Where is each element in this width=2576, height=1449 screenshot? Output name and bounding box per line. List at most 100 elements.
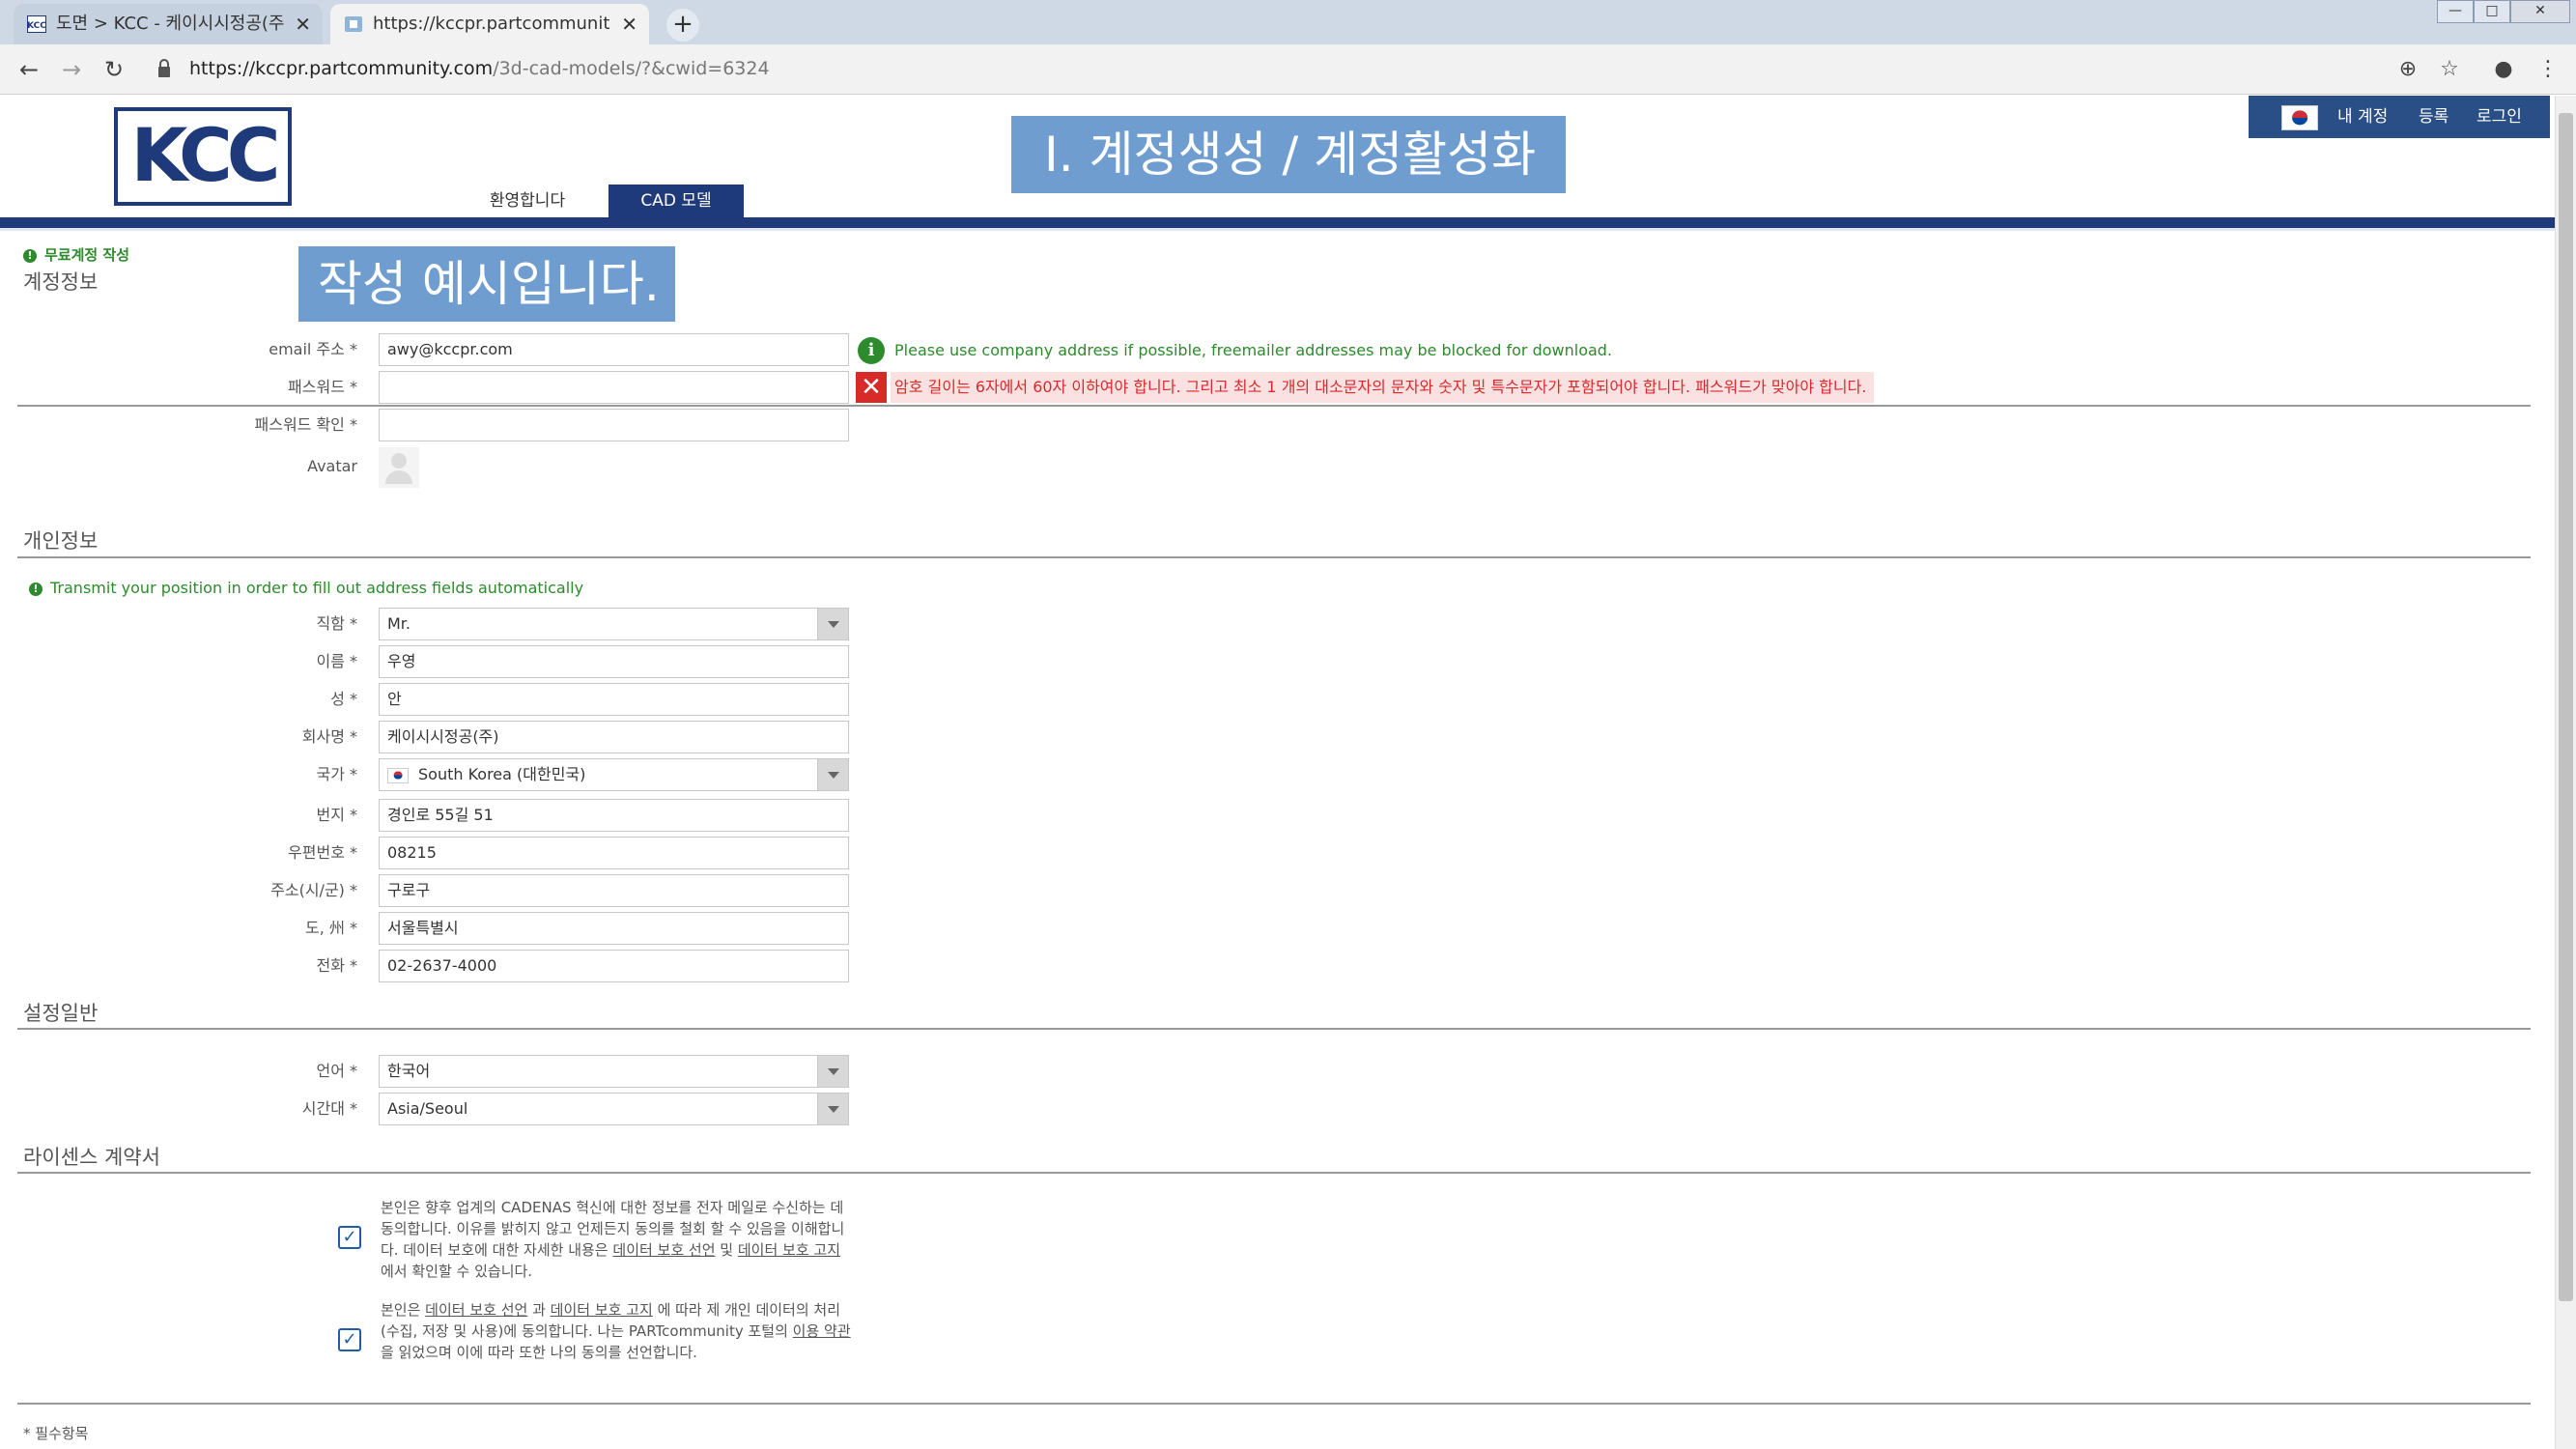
browser-tab-partcommunity[interactable]: https://kccpr.partcommunity.com/3d-cad-m… xyxy=(330,4,649,44)
tab-welcome[interactable]: 환영합니다 xyxy=(460,185,595,217)
bookmark-star-icon[interactable]: ☆ xyxy=(2436,56,2463,83)
close-tab-icon[interactable]: ✕ xyxy=(295,4,311,44)
register-link[interactable]: 등록 xyxy=(2419,96,2449,138)
data-processing-consent-checkbox[interactable]: ✓ xyxy=(338,1328,361,1351)
error-x-icon: ✕ xyxy=(856,372,887,403)
kcc-favicon-icon: KCC xyxy=(27,15,46,33)
reload-icon[interactable]: ↻ xyxy=(99,54,129,85)
data-protection-notice-link[interactable]: 데이터 보호 고지 xyxy=(738,1241,840,1259)
korea-flag-icon[interactable] xyxy=(2281,105,2318,130)
header-divider xyxy=(0,217,2555,228)
newsletter-consent-checkbox[interactable]: ✓ xyxy=(338,1226,361,1249)
email-field[interactable]: awy@kccpr.com xyxy=(379,333,849,366)
street-label: 번지 * xyxy=(316,806,357,824)
data-processing-consent-text: 본인은 데이터 보호 선언 과 데이터 보호 고지 에 따라 제 개인 데이터의… xyxy=(381,1299,854,1363)
company-field[interactable]: 케이시시정공(주) xyxy=(379,721,849,753)
data-protection-declaration-link[interactable]: 데이터 보호 선언 xyxy=(425,1301,527,1319)
section-divider xyxy=(17,1028,2531,1030)
info-icon: i xyxy=(858,337,885,364)
lastname-label: 성 * xyxy=(330,690,357,708)
new-tab-button[interactable]: + xyxy=(666,9,699,42)
chevron-down-icon[interactable] xyxy=(817,609,848,639)
chevron-down-icon[interactable] xyxy=(817,1056,848,1087)
country-select[interactable]: South Korea (대한민국) xyxy=(379,758,849,791)
back-arrow-icon[interactable]: ← xyxy=(14,54,44,85)
phone-label: 전화 * xyxy=(316,956,357,975)
consent1-text-c: 에서 확인할 수 있습니다. xyxy=(381,1263,533,1280)
close-window-button[interactable]: ✕ xyxy=(2510,0,2570,23)
password-error-message: 암호 길이는 6자에서 60자 이하여야 합니다. 그리고 최소 1 개의 대소… xyxy=(891,372,1875,403)
password-field[interactable] xyxy=(379,371,849,404)
lastname-field[interactable]: 안 xyxy=(379,683,849,716)
tab-cad-models[interactable]: CAD 모델 xyxy=(609,185,744,217)
browser-toolbar: ← → ↻ https://kccpr.partcommunity.com/3d… xyxy=(0,44,2576,95)
kcc-logo[interactable]: KCC xyxy=(114,107,292,206)
section-divider xyxy=(17,1403,2531,1405)
city-label: 주소(시/군) * xyxy=(270,881,357,899)
browser-tab-kcc[interactable]: KCC 도면 > KCC - 케이시시정공(주) ✕ xyxy=(14,4,323,44)
translate-icon[interactable]: ⊕ xyxy=(2394,56,2421,83)
address-bar[interactable]: https://kccpr.partcommunity.com/3d-cad-m… xyxy=(189,56,770,81)
zip-field[interactable]: 08215 xyxy=(379,837,849,869)
page-content: KCC 환영합니다 CAD 모델 내 계정 등록 로그인 Ⅰ. 계정생성 / 계… xyxy=(0,96,2555,1449)
timezone-select[interactable]: Asia/Seoul xyxy=(379,1093,849,1125)
chevron-down-icon[interactable] xyxy=(817,1094,848,1124)
menu-icon[interactable]: ⋮ xyxy=(2534,56,2562,83)
email-label: email 주소 * xyxy=(269,340,357,358)
required-fields-note: * 필수항목 xyxy=(23,1425,89,1442)
lock-icon xyxy=(158,59,170,77)
annotation-title: Ⅰ. 계정생성 / 계정활성화 xyxy=(1011,116,1566,193)
avatar-placeholder-icon[interactable] xyxy=(379,447,419,488)
position-note[interactable]: ! Transmit your position in order to fill… xyxy=(29,578,583,599)
login-link[interactable]: 로그인 xyxy=(2477,96,2522,138)
consent2-text-b: 과 xyxy=(527,1301,551,1319)
maximize-window-button[interactable]: □ xyxy=(2474,0,2510,23)
consent1-text-b: 및 xyxy=(715,1241,738,1259)
email-hint: Please use company address if possible, … xyxy=(894,341,1613,359)
free-account-note-text: 무료계정 작성 xyxy=(44,246,130,264)
title-select[interactable]: Mr. xyxy=(379,608,849,640)
language-label: 언어 * xyxy=(316,1062,357,1080)
password-confirm-field[interactable] xyxy=(379,409,849,441)
language-select[interactable]: 한국어 xyxy=(379,1055,849,1088)
language-value: 한국어 xyxy=(387,1062,431,1080)
password-confirm-label: 패스워드 확인 * xyxy=(254,415,358,434)
tab-title: 도면 > KCC - 케이시시정공(주) xyxy=(56,14,284,34)
city-field[interactable]: 구로구 xyxy=(379,874,849,907)
my-account-link[interactable]: 내 계정 xyxy=(2337,96,2388,138)
account-icon[interactable]: ● xyxy=(2490,56,2517,83)
timezone-label: 시간대 * xyxy=(301,1099,357,1118)
free-account-note: ! 무료계정 작성 xyxy=(23,244,129,266)
section-divider xyxy=(17,1172,2531,1174)
company-label: 회사명 * xyxy=(301,727,357,746)
consent2-text-a: 본인은 xyxy=(381,1301,426,1319)
firstname-field[interactable]: 우영 xyxy=(379,645,849,678)
newsletter-consent-text: 본인은 향후 업계의 CADENAS 혁신에 대한 정보를 전자 메일로 수신하… xyxy=(381,1197,854,1282)
user-menu-bar: 내 계정 등록 로그인 xyxy=(2249,96,2550,138)
url-host: https://kccpr.partcommunity.com xyxy=(189,58,494,79)
chevron-down-icon[interactable] xyxy=(817,759,848,790)
country-value: South Korea (대한민국) xyxy=(418,765,586,783)
country-label: 국가 * xyxy=(316,765,357,783)
firstname-label: 이름 * xyxy=(316,652,357,670)
section-title-account: 계정정보 xyxy=(23,270,99,294)
timezone-value: Asia/Seoul xyxy=(387,1099,468,1118)
street-field[interactable]: 경인로 55길 51 xyxy=(379,799,849,832)
info-icon: ! xyxy=(23,248,37,263)
phone-field[interactable]: 02-2637-4000 xyxy=(379,950,849,982)
terms-of-use-link[interactable]: 이용 약관 xyxy=(793,1322,851,1340)
close-tab-icon[interactable]: ✕ xyxy=(621,4,637,44)
minimize-window-button[interactable]: — xyxy=(2437,0,2474,23)
scrollbar-thumb[interactable] xyxy=(2559,113,2573,1301)
consent2-text-d: 을 읽었으며 이에 따라 또한 나의 동의를 선언합니다. xyxy=(381,1344,697,1361)
state-field[interactable]: 서울특별시 xyxy=(379,912,849,945)
url-path: /3d-cad-models/?&cwid=6324 xyxy=(493,58,770,79)
data-protection-notice-link[interactable]: 데이터 보호 고지 xyxy=(551,1301,653,1319)
section-divider xyxy=(17,405,2531,407)
forward-arrow-icon[interactable]: → xyxy=(56,54,87,85)
avatar-label: Avatar xyxy=(307,457,357,475)
page-scrollbar[interactable] xyxy=(2555,96,2576,1449)
browser-tab-bar: KCC 도면 > KCC - 케이시시정공(주) ✕ https://kccpr… xyxy=(0,0,2576,44)
data-protection-declaration-link[interactable]: 데이터 보호 선언 xyxy=(612,1241,715,1259)
svg-text:KCC: KCC xyxy=(27,21,46,31)
